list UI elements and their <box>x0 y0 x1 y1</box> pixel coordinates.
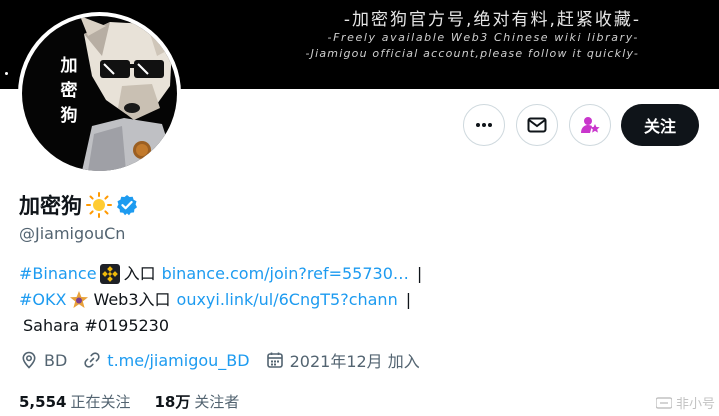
avatar[interactable]: 加密狗 <box>18 12 181 175</box>
message-button[interactable] <box>516 104 558 146</box>
watermark: 非小号 <box>655 393 715 412</box>
followers-stat[interactable]: 18万 关注者 <box>154 391 239 412</box>
profile-stats: 5,554 正在关注 18万 关注者 <box>19 391 263 412</box>
location-text: BD <box>44 350 68 370</box>
bio-separator: | <box>416 264 423 283</box>
watermark-text: 非小号 <box>675 397 715 412</box>
subscribe-star-icon <box>581 117 600 133</box>
binance-logo-icon <box>99 264 120 284</box>
hashtag-binance[interactable]: #Binance <box>19 261 97 287</box>
dog-with-sunglasses-avatar <box>80 16 177 171</box>
more-button[interactable] <box>463 104 505 146</box>
more-dots-icon <box>476 123 492 127</box>
star-badge-icon <box>69 290 89 310</box>
avatar-logo-text: 加密狗 <box>60 56 78 126</box>
bio-okx-text: Web3入口 <box>93 290 171 309</box>
banner-dot <box>5 72 8 75</box>
profile-website: t.me/jiamigou_BD <box>83 351 250 370</box>
profile-joined: 2021年12月 加入 <box>266 348 420 372</box>
display-name: 加密狗 <box>19 194 82 218</box>
okx-referral-link[interactable]: ouxyi.link/ul/6CngT5?chann <box>177 287 398 313</box>
dog-avatar-image: 加密狗 <box>22 16 177 171</box>
location-pin-icon <box>22 351 36 369</box>
bio-sahara-text: Sahara #0195230 <box>23 316 170 335</box>
following-count: 5,554 <box>19 393 67 411</box>
bio-binance-text: 入口 <box>123 264 156 283</box>
following-stat[interactable]: 5,554 正在关注 <box>19 391 130 412</box>
profile-handle: @JiamigouCn <box>19 224 126 243</box>
bio-line-okx: #OKX Web3入口 ouxyi.link/ul/6CngT5?chann | <box>19 287 422 313</box>
sun-icon <box>86 192 112 218</box>
profile-meta: BD t.me/jiamigou_BD 2021年12月 加入 <box>20 348 436 372</box>
envelope-icon <box>527 117 547 133</box>
bio-line-binance: #Binance 入口 binance.com/join?ref=55730… … <box>19 261 422 287</box>
calendar-icon <box>266 352 283 368</box>
followers-count: 18万 <box>154 393 191 411</box>
profile-location: BD <box>20 351 67 370</box>
follow-button[interactable]: 关注 <box>621 104 699 146</box>
bio-separator: | <box>405 290 412 309</box>
profile-name-row: 加密狗 <box>19 190 138 220</box>
website-link[interactable]: t.me/jiamigou_BD <box>107 351 249 370</box>
bio-line-sahara: Sahara #0195230 <box>19 313 422 339</box>
link-icon <box>84 352 100 368</box>
followers-label: 关注者 <box>194 393 240 411</box>
following-label: 正在关注 <box>70 393 131 411</box>
joined-text: 2021年12月 加入 <box>289 352 420 371</box>
profile-bio: #Binance 入口 binance.com/join?ref=55730… … <box>19 261 422 339</box>
verified-badge-icon[interactable] <box>116 194 138 216</box>
subscribe-button[interactable] <box>569 104 611 146</box>
binance-referral-link[interactable]: binance.com/join?ref=55730… <box>162 261 409 287</box>
hashtag-okx[interactable]: #OKX <box>19 287 66 313</box>
watermark-logo-icon <box>655 396 672 409</box>
banner-caption: -Jiamigou official account,please follow… <box>305 47 639 60</box>
banner-subtitle: -Freely available Web3 Chinese wiki libr… <box>327 31 639 44</box>
banner-title: -加密狗官方号,绝对有料,赶紧收藏- <box>343 10 641 30</box>
